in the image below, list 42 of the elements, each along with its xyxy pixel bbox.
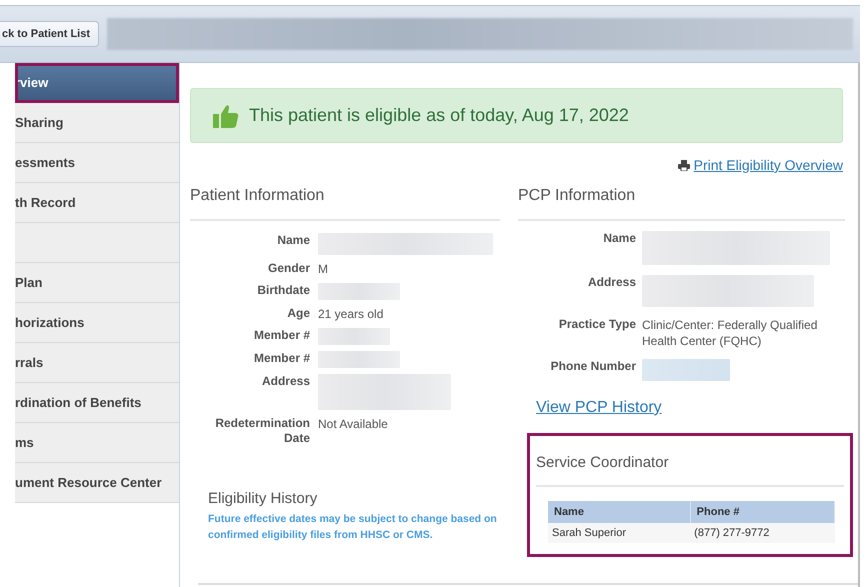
table-cell: Sarah Superior: [548, 523, 690, 543]
field-value: Not Available: [318, 416, 389, 432]
sidebar-item[interactable]: rrals: [15, 343, 179, 383]
field-label: Age: [286, 306, 310, 321]
print-link[interactable]: Print Eligibility Overview: [678, 157, 843, 173]
sidebar-item[interactable]: rdination of Benefits: [15, 383, 179, 423]
column-header: Phone #: [690, 501, 834, 523]
field-label: Practice Type: [558, 317, 636, 332]
section-title: Eligibility History: [208, 490, 318, 507]
sidebar-item[interactable]: ms: [15, 423, 179, 463]
field-label: Redetermination Date: [214, 416, 310, 446]
redacted-field: [318, 328, 390, 345]
field-label: Gender: [266, 261, 310, 276]
field-value: Clinic/Center: Federally Qualified Health Center (FQHC): [642, 317, 818, 349]
sidebar-item[interactable]: th Record: [15, 183, 179, 223]
eligibility-message: This patient is eligible as of today, Aug 17, 2022: [249, 105, 629, 126]
column-header: Name: [548, 501, 690, 523]
field-label: Name: [276, 233, 310, 248]
sidebar-item[interactable]: [15, 223, 179, 263]
section-title: PCP Information: [518, 187, 845, 221]
info-note: Future effective dates may be subject to change based on confirmed eligibility files from HHSC or CMS.: [208, 512, 498, 543]
sidebar-item[interactable]: ument Resource Center: [15, 463, 179, 503]
field-label: Address: [260, 374, 310, 389]
sidebar-item[interactable]: horizations: [15, 303, 179, 343]
history-link[interactable]: View PCP History: [536, 399, 662, 417]
field-value: M: [318, 261, 329, 277]
back-button[interactable]: ck to Patient List: [0, 21, 100, 47]
field-label: Address: [586, 275, 636, 290]
section-title: Patient Information: [190, 187, 500, 221]
section-title: Service Coordinator: [536, 446, 844, 487]
field-label: Member #: [252, 351, 310, 366]
table-cell: (877) 277-9772: [690, 523, 834, 543]
field-label: Birthdate: [256, 283, 310, 298]
field-label: Name: [602, 231, 636, 246]
thumbs-up-icon: [213, 104, 239, 128]
printer-icon: [678, 160, 690, 170]
field-label: Member #: [252, 328, 310, 343]
field-value: 21 years old: [318, 306, 384, 322]
field-label: Phone Number: [550, 359, 636, 374]
sidebar-item[interactable]: Sharing: [15, 103, 179, 143]
sidebar-item[interactable]: Plan: [15, 263, 179, 303]
sidebar-item[interactable]: essments: [15, 143, 179, 183]
